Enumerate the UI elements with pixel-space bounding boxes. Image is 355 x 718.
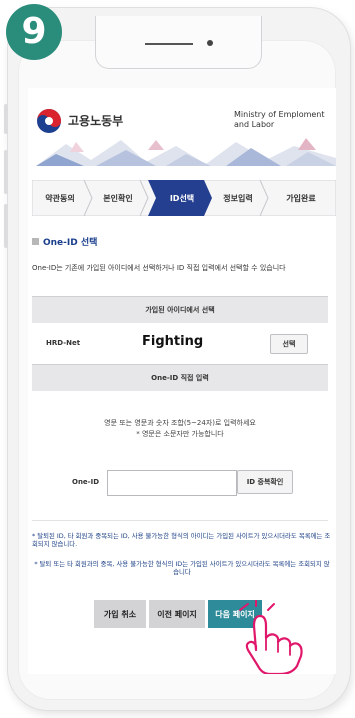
notice-text-2: * 탈퇴 또는 타 회원과의 중복, 사용 불가능한 형식의 ID는 가입된 사…: [34, 560, 330, 576]
step-id-select: ID선택: [169, 193, 195, 203]
pointing-hand-icon: [239, 600, 303, 674]
ministry-name-en: Ministry of Emploment and Labor: [234, 110, 325, 129]
phone-side-button: [4, 150, 8, 194]
step-terms: 약관동의: [45, 193, 75, 203]
ministry-name-ko: 고용노동부: [68, 114, 124, 128]
phone-side-button: [4, 204, 8, 248]
ministry-header: 고용노동부 Ministry of Emploment and Labor: [28, 104, 336, 138]
direct-input-header: One-ID 직접 입력: [32, 364, 328, 391]
header-banner-decoration: [36, 136, 336, 166]
direct-input-hint: 영문 또는 영문과 숫자 조합(5~24자)로 입력하세요 * 영문은 소문자만…: [104, 419, 256, 438]
cancel-signup-button[interactable]: 가입 취소: [94, 600, 146, 628]
step-info: 정보입력: [223, 193, 253, 203]
previous-page-button[interactable]: 이전 페이지: [149, 600, 205, 628]
step-complete: 가입완료: [286, 193, 316, 203]
square-bullet-icon: [32, 238, 39, 245]
one-id-label: One-ID: [72, 478, 100, 486]
direct-input-section: 영문 또는 영문과 숫자 조합(5~24자)로 입력하세요 * 영문은 소문자만…: [32, 390, 328, 521]
signup-steps-nav: 약관동의 본인확인 ID선택 정보입력 가입완료: [32, 180, 336, 216]
joined-ids-header: 가입된 아이디에서 선택: [32, 296, 328, 323]
app-screen: 고용노동부 Ministry of Emploment and Labor 약관…: [28, 88, 336, 674]
section-title: One-ID 선택: [32, 235, 97, 248]
phone-side-button: [4, 104, 8, 134]
site-label: HRD-Net: [46, 339, 81, 347]
step-identity: 본인확인: [103, 193, 133, 203]
step-number-badge: 9: [6, 4, 62, 60]
id-duplicate-check-button[interactable]: ID 중복확인: [237, 470, 293, 494]
one-id-input[interactable]: [107, 470, 237, 496]
joined-user-id: Fighting: [142, 334, 204, 349]
select-id-button[interactable]: 선택: [270, 334, 308, 354]
ministry-taegeuk-logo-icon: [37, 109, 61, 133]
notice-text-1: * 탈퇴된 ID, 타 회원과 중복되는 ID, 사용 불가능한 형식의 아이디…: [32, 532, 331, 548]
speaker-icon: [145, 43, 193, 45]
joined-id-row: HRD-Net Fighting 선택: [32, 324, 328, 365]
camera-icon: [207, 40, 213, 46]
section-description: One-ID는 기존에 가입된 아이디에서 선택하거나 ID 직접 입력에서 선…: [32, 264, 286, 272]
phone-notch: [95, 16, 262, 69]
